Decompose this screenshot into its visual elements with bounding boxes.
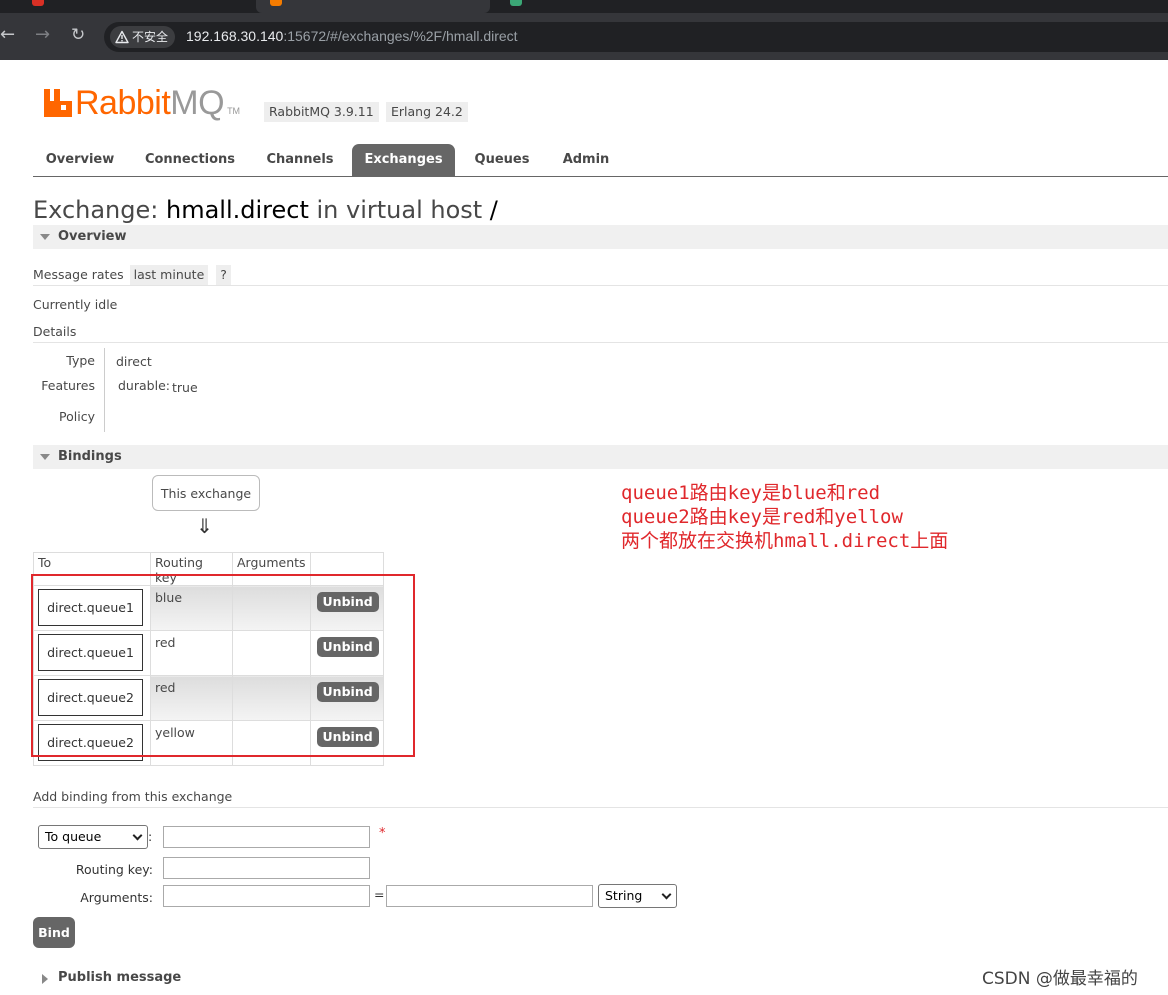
address-bar[interactable]: 不安全 192.168.30.140:15672/#/exchanges/%2F… <box>104 22 1168 52</box>
logo-tm: TM <box>227 106 241 116</box>
annotation-highlight-box <box>31 574 415 757</box>
tab-queues[interactable]: Queues <box>463 144 541 176</box>
equals-sign: = <box>374 887 385 902</box>
annotation-line: queue1路由key是blue和red <box>621 482 881 504</box>
features-key: durable: <box>118 378 170 393</box>
message-rates-range[interactable]: last minute <box>129 265 209 285</box>
tab-channels[interactable]: Channels <box>255 144 345 176</box>
routing-key-input[interactable] <box>163 857 370 879</box>
arguments-label: Arguments: <box>80 890 153 905</box>
bindings-heading: Bindings <box>58 449 122 464</box>
browser-toolbar: ← → ↻ 不安全 192.168.30.140:15672/#/exchang… <box>0 13 1168 60</box>
destination-type-value: To queue <box>45 829 102 844</box>
title-prefix: Exchange: <box>33 196 166 224</box>
message-rates-label: Message rates <box>33 267 124 282</box>
down-arrow-icon: ⇓ <box>196 514 213 538</box>
annotation-line: 两个都放在交换机hmall.direct上面 <box>621 530 949 552</box>
this-exchange-box: This exchange <box>152 475 260 511</box>
tab-admin[interactable]: Admin <box>551 144 621 176</box>
warning-icon <box>115 30 129 44</box>
chevron-down-icon <box>661 889 672 900</box>
destination-input[interactable] <box>163 826 370 848</box>
vhost-name: / <box>489 196 498 224</box>
rabbitmq-logo[interactable]: RabbitMQ TM <box>44 86 240 120</box>
policy-label: Policy <box>59 409 95 424</box>
url-text: 192.168.30.140:15672/#/exchanges/%2F/hma… <box>186 28 518 44</box>
main-nav: Overview Connections Channels Exchanges … <box>33 144 1168 177</box>
watermark: CSDN @做最幸福的 <box>982 969 1138 989</box>
exchange-name: hmall.direct <box>165 196 309 224</box>
annotation-text: queue1路由key是blue和red queue2路由key是red和yel… <box>621 481 948 553</box>
tab-overview[interactable]: Overview <box>35 144 125 176</box>
browser-tab-active[interactable] <box>256 0 490 13</box>
colon-label: : <box>148 829 153 844</box>
logo-mq: MQ <box>170 84 225 122</box>
forward-icon[interactable]: → <box>35 26 50 44</box>
title-middle: in virtual host <box>308 196 490 224</box>
collapse-triangle-icon <box>40 234 50 240</box>
overview-heading: Overview <box>58 229 127 244</box>
security-label: 不安全 <box>132 30 169 44</box>
logo-rabbit: Rabbit <box>75 84 171 122</box>
browser-tab-strip <box>0 0 1168 13</box>
details-label: Details <box>33 324 77 339</box>
argument-type-value: String <box>605 888 643 903</box>
divider <box>104 348 105 432</box>
destination-type-select[interactable]: To queue <box>38 825 148 849</box>
argument-key-input[interactable] <box>163 885 370 907</box>
publish-message-label: Publish message <box>58 970 182 985</box>
features-label: Features <box>41 378 95 393</box>
annotation-line: queue2路由key是red和yellow <box>621 506 903 528</box>
routing-key-label: Routing key: <box>75 862 153 877</box>
logo-text: RabbitMQ <box>75 84 225 122</box>
features-value: true <box>172 380 198 395</box>
browser-tab[interactable] <box>22 0 242 13</box>
url-host: 192.168.30.140 <box>186 28 284 44</box>
argument-value-input[interactable] <box>386 885 593 907</box>
type-value: direct <box>116 354 152 369</box>
bindings-section-toggle[interactable]: Bindings <box>33 445 1168 469</box>
erlang-version-badge: Erlang 24.2 <box>386 102 468 122</box>
security-chip[interactable]: 不安全 <box>110 26 176 48</box>
page-title: Exchange: hmall.direct in virtual host / <box>33 196 498 224</box>
idle-status: Currently idle <box>33 297 118 312</box>
back-icon[interactable]: ← <box>0 26 15 44</box>
required-marker: * <box>379 826 386 841</box>
message-rates-row: Message rates last minute ? <box>33 265 1168 286</box>
overview-section-toggle[interactable]: Overview <box>33 225 1168 249</box>
divider <box>33 342 1168 343</box>
rabbitmq-logo-icon <box>44 89 72 117</box>
browser-tab[interactable] <box>496 0 730 13</box>
reload-icon[interactable]: ↻ <box>71 26 85 44</box>
argument-type-select[interactable]: String <box>598 884 677 908</box>
url-path: :15672/#/exchanges/%2F/hmall.direct <box>283 28 518 44</box>
add-binding-heading: Add binding from this exchange <box>33 789 1168 808</box>
expand-triangle-icon <box>42 974 48 984</box>
help-button[interactable]: ? <box>216 265 231 285</box>
tab-connections[interactable]: Connections <box>135 144 245 176</box>
tab-exchanges[interactable]: Exchanges <box>352 144 455 176</box>
type-label: Type <box>66 353 95 368</box>
collapse-triangle-icon <box>40 454 50 460</box>
bind-button[interactable]: Bind <box>33 917 75 948</box>
chevron-down-icon <box>132 830 143 841</box>
rabbitmq-version-badge: RabbitMQ 3.9.11 <box>264 102 379 122</box>
publish-message-toggle[interactable]: Publish message <box>33 968 181 988</box>
